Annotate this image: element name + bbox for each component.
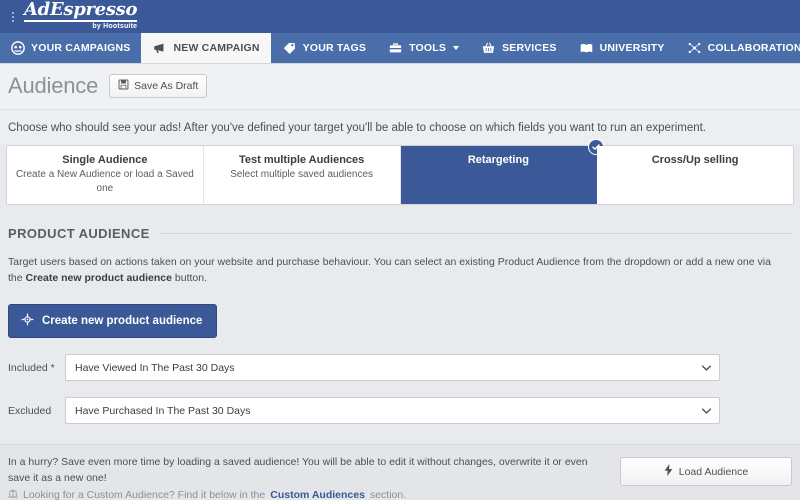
kebab-menu-icon[interactable] xyxy=(6,12,20,22)
nav-item-new-campaign[interactable]: NEW CAMPAIGN xyxy=(141,33,270,63)
notice-text-block: In a hurry? Save even more time by loadi… xyxy=(8,454,610,500)
included-label: Included * xyxy=(8,362,65,374)
audience-tab-retargeting[interactable]: Retargeting xyxy=(401,146,598,204)
tab-subtitle: Create a New Audience or load a Saved on… xyxy=(11,168,199,196)
section-title: PRODUCT AUDIENCE xyxy=(8,226,150,241)
nav-item-university[interactable]: UNIVERSITY xyxy=(568,33,676,63)
excluded-label-text: Excluded xyxy=(8,405,51,417)
excluded-select[interactable]: Have Purchased In The Past 30 Days xyxy=(65,397,720,424)
briefcase-icon xyxy=(388,41,403,55)
section-divider xyxy=(160,233,792,234)
chevron-down-icon xyxy=(702,362,711,374)
audience-tab-test-multiple-audiences[interactable]: Test multiple Audiences Select multiple … xyxy=(204,146,401,204)
brand-bar: AdEspresso by Hootsuite xyxy=(0,0,800,33)
custom-audiences-link[interactable]: Custom Audiences xyxy=(270,487,365,500)
lightning-bolt-icon xyxy=(664,464,673,479)
tab-title: Test multiple Audiences xyxy=(208,153,396,168)
logo-wordmark: AdEspresso xyxy=(24,1,137,22)
basket-icon xyxy=(481,41,496,55)
description-part-2: button. xyxy=(172,272,207,284)
logo-byline: by Hootsuite xyxy=(24,23,137,30)
save-as-draft-button[interactable]: Save As Draft xyxy=(109,74,207,98)
nav-label: YOUR TAGS xyxy=(303,42,366,54)
excluded-row: Excluded Have Purchased In The Past 30 D… xyxy=(0,397,800,424)
excluded-label: Excluded xyxy=(8,405,65,417)
tab-title: Retargeting xyxy=(405,153,593,168)
nav-label: TOOLS xyxy=(409,42,446,54)
required-marker: * xyxy=(51,362,55,374)
notice-suffix: section. xyxy=(370,487,406,500)
save-as-draft-label: Save As Draft xyxy=(134,80,198,92)
tab-title: Single Audience xyxy=(11,153,199,168)
page-title: Audience xyxy=(8,73,98,99)
nav-label: UNIVERSITY xyxy=(600,42,665,54)
nav-item-services[interactable]: SERVICES xyxy=(470,33,568,63)
included-select[interactable]: Have Viewed In The Past 30 Days xyxy=(65,354,720,381)
included-label-text: Included xyxy=(8,362,48,374)
product-audience-description: Target users based on actions taken on y… xyxy=(0,241,795,286)
megaphone-icon xyxy=(152,41,167,55)
notice-line-2: Looking for a Custom Audience? Find it b… xyxy=(8,487,610,500)
chevron-down-icon xyxy=(702,405,711,417)
excluded-value: Have Purchased In The Past 30 Days xyxy=(75,405,251,417)
nav-item-your-tags[interactable]: YOUR TAGS xyxy=(271,33,377,63)
nav-item-collaboration[interactable]: COLLABORATION Beta xyxy=(676,33,800,63)
included-row: Included * Have Viewed In The Past 30 Da… xyxy=(0,354,800,381)
included-value: Have Viewed In The Past 30 Days xyxy=(75,362,235,374)
tab-subtitle: Select multiple saved audiences xyxy=(208,168,396,182)
notice-prefix: Looking for a Custom Audience? Find it b… xyxy=(23,487,265,500)
load-audience-button[interactable]: Load Audience xyxy=(620,457,792,486)
audience-tab-single-audience[interactable]: Single Audience Create a New Audience or… xyxy=(7,146,204,204)
product-audience-section-heading: PRODUCT AUDIENCE xyxy=(0,226,800,241)
target-crosshair-icon xyxy=(21,313,34,329)
book-icon xyxy=(579,41,594,55)
intro-text: Choose who should see your ads! After yo… xyxy=(0,110,800,145)
description-bold-1: Create new product audience xyxy=(26,272,172,284)
nav-item-tools[interactable]: TOOLS xyxy=(377,33,470,63)
tab-title: Cross/Up selling xyxy=(601,153,789,168)
speedometer-icon xyxy=(11,41,25,55)
chevron-down-icon xyxy=(453,46,459,50)
nav-item-your-campaigns[interactable]: YOUR CAMPAIGNS xyxy=(0,33,141,63)
network-icon xyxy=(687,41,702,55)
main-navigation: YOUR CAMPAIGNS NEW CAMPAIGN YOUR TAGS TO… xyxy=(0,33,800,64)
floppy-disk-icon xyxy=(118,79,129,93)
nav-label: NEW CAMPAIGN xyxy=(173,42,259,54)
audience-type-tabs: Single Audience Create a New Audience or… xyxy=(6,145,794,205)
bank-icon xyxy=(8,487,18,500)
page-titlebar: Audience Save As Draft xyxy=(0,64,800,110)
nav-label: SERVICES xyxy=(502,42,557,54)
load-audience-label: Load Audience xyxy=(679,466,748,478)
create-button-label: Create new product audience xyxy=(42,315,202,327)
nav-label: YOUR CAMPAIGNS xyxy=(31,42,130,54)
adespresso-logo[interactable]: AdEspresso by Hootsuite xyxy=(24,1,137,32)
load-audience-notice: In a hurry? Save even more time by loadi… xyxy=(0,444,800,500)
tag-icon xyxy=(282,41,297,55)
notice-line-1: In a hurry? Save even more time by loadi… xyxy=(8,454,610,486)
create-new-product-audience-button[interactable]: Create new product audience xyxy=(8,304,217,338)
audience-tab-cross-up-selling[interactable]: Cross/Up selling xyxy=(597,146,793,204)
nav-label: COLLABORATION xyxy=(708,42,800,54)
